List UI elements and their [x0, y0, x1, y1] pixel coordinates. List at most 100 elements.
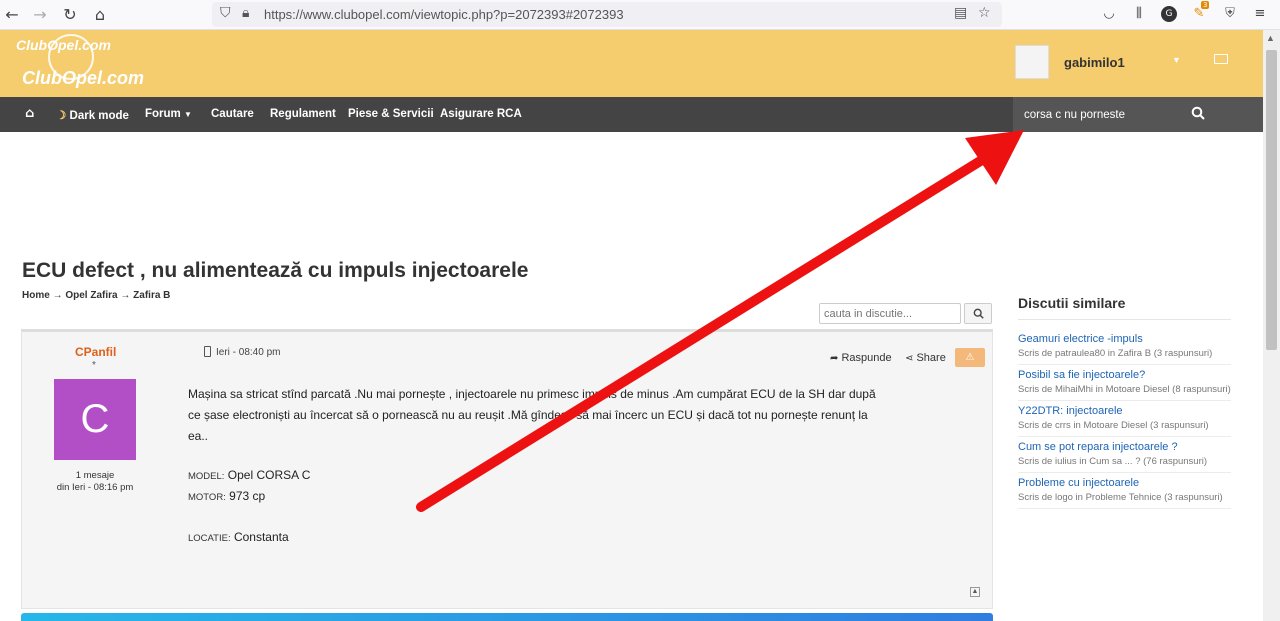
divider: [1018, 400, 1231, 401]
location-value: Constanta: [233, 530, 289, 544]
similar-topic-link[interactable]: Geamuri electrice -impuls: [1018, 333, 1233, 345]
nav-dark-mode-label: Dark mode: [69, 110, 129, 122]
account-icon[interactable]: G: [1161, 6, 1177, 22]
username[interactable]: gabimilo1: [1064, 55, 1125, 70]
logo-small[interactable]: ClubOpel.com: [16, 37, 111, 53]
forward-icon[interactable]: →: [30, 5, 50, 25]
similar-topic-link[interactable]: Cum se pot repara injectoarele ?: [1018, 441, 1233, 453]
scrollbar-thumb[interactable]: [1266, 50, 1277, 350]
post: CPanfil * C 1 mesaje din Ieri - 08:16 pm…: [21, 329, 993, 609]
similar-topic: Posibil sa fie injectoarele? Scris de Mi…: [1018, 369, 1233, 401]
topic-search-button[interactable]: [964, 303, 992, 324]
site-header: ClubOpel.com ClubOpel.com gabimilo1 ▼: [0, 30, 1263, 97]
menu-icon[interactable]: ≡: [1252, 6, 1268, 22]
reply-label: Raspunde: [841, 352, 892, 364]
browser-toolbar: ← → ↻ ⌂ ⛉ 🔒︎ https://www.clubopel.com/vi…: [0, 0, 1280, 30]
topic-title: ECU defect , nu alimentează cu impuls in…: [22, 259, 529, 282]
breadcrumb-home[interactable]: Home: [22, 290, 50, 301]
author-since: din Ieri - 08:16 pm: [56, 482, 134, 493]
home-icon[interactable]: ⌂: [25, 106, 34, 121]
search-icon[interactable]: [1191, 106, 1205, 120]
search-icon: [973, 308, 984, 319]
shield-icon[interactable]: ⛉: [220, 5, 231, 21]
similar-topic-link[interactable]: Probleme cu injectoarele: [1018, 477, 1233, 489]
extension-badge: 3: [1201, 1, 1210, 9]
bookmark-star-icon[interactable]: ☆: [978, 5, 991, 21]
divider: [1018, 436, 1231, 437]
reply-button[interactable]: ➦ Raspunde: [830, 352, 892, 364]
logo[interactable]: ClubOpel.com: [22, 68, 144, 89]
nav-forum-label: Forum: [145, 108, 181, 120]
main-nav: ⌂ ☽ Dark mode Forum ▼ Cautare Regulament…: [0, 97, 1263, 132]
similar-topic: Geamuri electrice -impuls Scris de patra…: [1018, 333, 1233, 365]
breadcrumb-separator: →: [120, 290, 134, 301]
similar-topic-meta: Scris de iulius in Cum sa ... ? (76 rasp…: [1018, 456, 1208, 467]
breadcrumb-zafira-b[interactable]: Zafira B: [133, 290, 170, 301]
post-rank: *: [92, 360, 96, 371]
similar-topic: Probleme cu injectoarele Scris de logo i…: [1018, 477, 1233, 509]
model-value: Opel CORSA C: [227, 468, 311, 482]
phone-icon: [204, 346, 211, 357]
post-author[interactable]: CPanfil: [75, 345, 116, 359]
sidebar-divider: [1018, 319, 1231, 320]
similar-topic: Y22DTR: injectoarele Scris de crrs in Mo…: [1018, 405, 1233, 437]
library-icon[interactable]: ⫼: [1131, 6, 1147, 22]
home-icon[interactable]: ⌂: [90, 5, 110, 25]
similar-topic-meta: Scris de logo in Probleme Tehnice (3 ras…: [1018, 492, 1223, 503]
similar-topic-link[interactable]: Y22DTR: injectoarele: [1018, 405, 1233, 417]
similar-topic-meta: Scris de MihaiMhi in Motoare Diesel (8 r…: [1018, 384, 1231, 395]
moon-icon: ☽: [56, 110, 67, 122]
mail-icon[interactable]: [1214, 54, 1228, 64]
warning-icon: ⚠: [965, 352, 975, 363]
model-label: MODEL:: [188, 471, 225, 482]
author-avatar[interactable]: C: [54, 379, 136, 460]
back-to-top-icon[interactable]: ▲: [970, 587, 980, 597]
post-motor: MOTOR: 973 cp: [188, 489, 265, 503]
nav-insurance[interactable]: Asigurare RCA: [440, 108, 522, 120]
scrollbar[interactable]: ▲: [1263, 30, 1280, 621]
caret-down-icon: ▼: [183, 110, 192, 119]
nav-dark-mode[interactable]: ☽ Dark mode: [56, 108, 129, 122]
user-avatar[interactable]: [1015, 45, 1049, 79]
divider: [1018, 472, 1231, 473]
extension-icon[interactable]: ✎ 3: [1191, 1, 1210, 22]
share-label: Share: [916, 352, 946, 364]
breadcrumb-opel-zafira[interactable]: Opel Zafira: [65, 290, 117, 301]
author-messages: 1 mesaje: [75, 470, 115, 481]
address-bar[interactable]: ⛉ 🔒︎ https://www.clubopel.com/viewtopic.…: [212, 2, 1002, 27]
author-stats: 1 mesaje din Ieri - 08:16 pm: [36, 470, 154, 494]
divider: [1018, 364, 1231, 365]
post-time-text: Ieri - 08:40 pm: [216, 347, 281, 358]
divider: [1018, 508, 1231, 509]
post-model: MODEL: Opel CORSA C: [188, 468, 310, 482]
back-icon[interactable]: ←: [2, 5, 22, 25]
chevron-down-icon[interactable]: ▼: [1172, 55, 1181, 65]
nav-search[interactable]: Cautare: [211, 108, 254, 120]
lock-icon[interactable]: 🔒︎: [242, 5, 249, 21]
nav-parts[interactable]: Piese & Servicii: [348, 108, 434, 120]
topic-search-input[interactable]: [819, 303, 961, 324]
location-label: LOCATIE:: [188, 533, 231, 544]
site-search-input[interactable]: [1013, 97, 1183, 132]
site-search: [1013, 97, 1263, 132]
ublock-shield-icon[interactable]: ⛨: [1222, 6, 1238, 22]
post-body: Mașina sa stricat stînd parcată .Nu mai …: [188, 387, 876, 443]
post-location: LOCATIE: Constanta: [188, 530, 289, 544]
reader-view-icon[interactable]: ▤: [954, 5, 967, 21]
reply-icon: ➦: [830, 353, 839, 364]
motor-label: MOTOR:: [188, 492, 226, 503]
similar-topic-meta: Scris de crrs in Motoare Diesel (3 raspu…: [1018, 420, 1209, 431]
similar-topic-link[interactable]: Posibil sa fie injectoarele?: [1018, 369, 1233, 381]
pocket-icon[interactable]: ◡: [1101, 6, 1117, 22]
share-button[interactable]: ⋖ Share: [905, 352, 946, 364]
nav-forum[interactable]: Forum ▼: [145, 108, 192, 120]
breadcrumb-separator: →: [52, 290, 66, 301]
sidebar-title: Discutii similare: [1018, 295, 1126, 311]
scroll-up-icon[interactable]: ▲: [1266, 33, 1275, 43]
url-text[interactable]: https://www.clubopel.com/viewtopic.php?p…: [264, 7, 624, 22]
similar-topic: Cum se pot repara injectoarele ? Scris d…: [1018, 441, 1233, 473]
reload-icon[interactable]: ↻: [60, 5, 80, 25]
report-button[interactable]: ⚠: [955, 348, 985, 367]
nav-rules[interactable]: Regulament: [270, 108, 336, 120]
breadcrumb: Home → Opel Zafira → Zafira B: [22, 290, 170, 301]
